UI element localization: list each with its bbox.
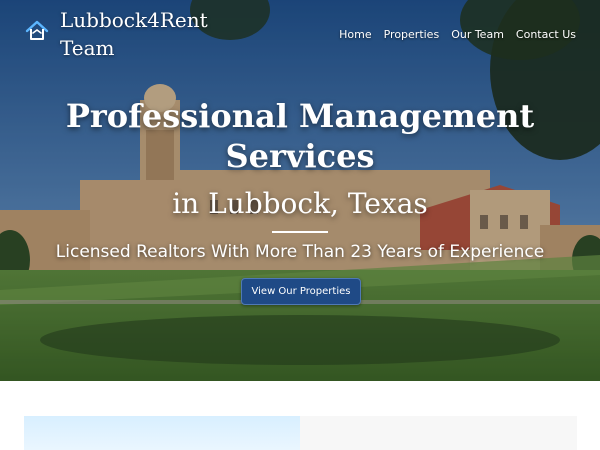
headline-line-2: Services xyxy=(225,137,375,175)
brand-line-2: Team xyxy=(60,36,115,60)
hero-tagline: Licensed Realtors With More Than 23 Year… xyxy=(55,242,545,262)
view-properties-button[interactable]: View Our Properties xyxy=(241,278,361,305)
hero-section: Lubbock4Rent Team Home Properties Our Te… xyxy=(0,0,600,381)
hero-subhead: in Lubbock, Texas xyxy=(172,187,428,220)
hero-divider xyxy=(272,231,328,233)
nav-home[interactable]: Home xyxy=(339,28,371,41)
content-cards xyxy=(24,416,577,450)
nav-our-team[interactable]: Our Team xyxy=(451,28,504,41)
main-nav: Home Properties Our Team Contact Us xyxy=(339,28,576,41)
nav-contact-us[interactable]: Contact Us xyxy=(516,28,576,41)
brand-line-1: Lubbock4Rent xyxy=(60,8,208,32)
headline-line-1: Professional Management xyxy=(65,97,535,135)
house-icon[interactable] xyxy=(24,18,50,44)
site-brand[interactable]: Lubbock4Rent Team xyxy=(60,6,230,62)
nav-properties[interactable]: Properties xyxy=(384,28,440,41)
hero-headline: Professional Management Services xyxy=(0,96,600,176)
card-left xyxy=(24,416,300,450)
card-right xyxy=(300,416,577,450)
